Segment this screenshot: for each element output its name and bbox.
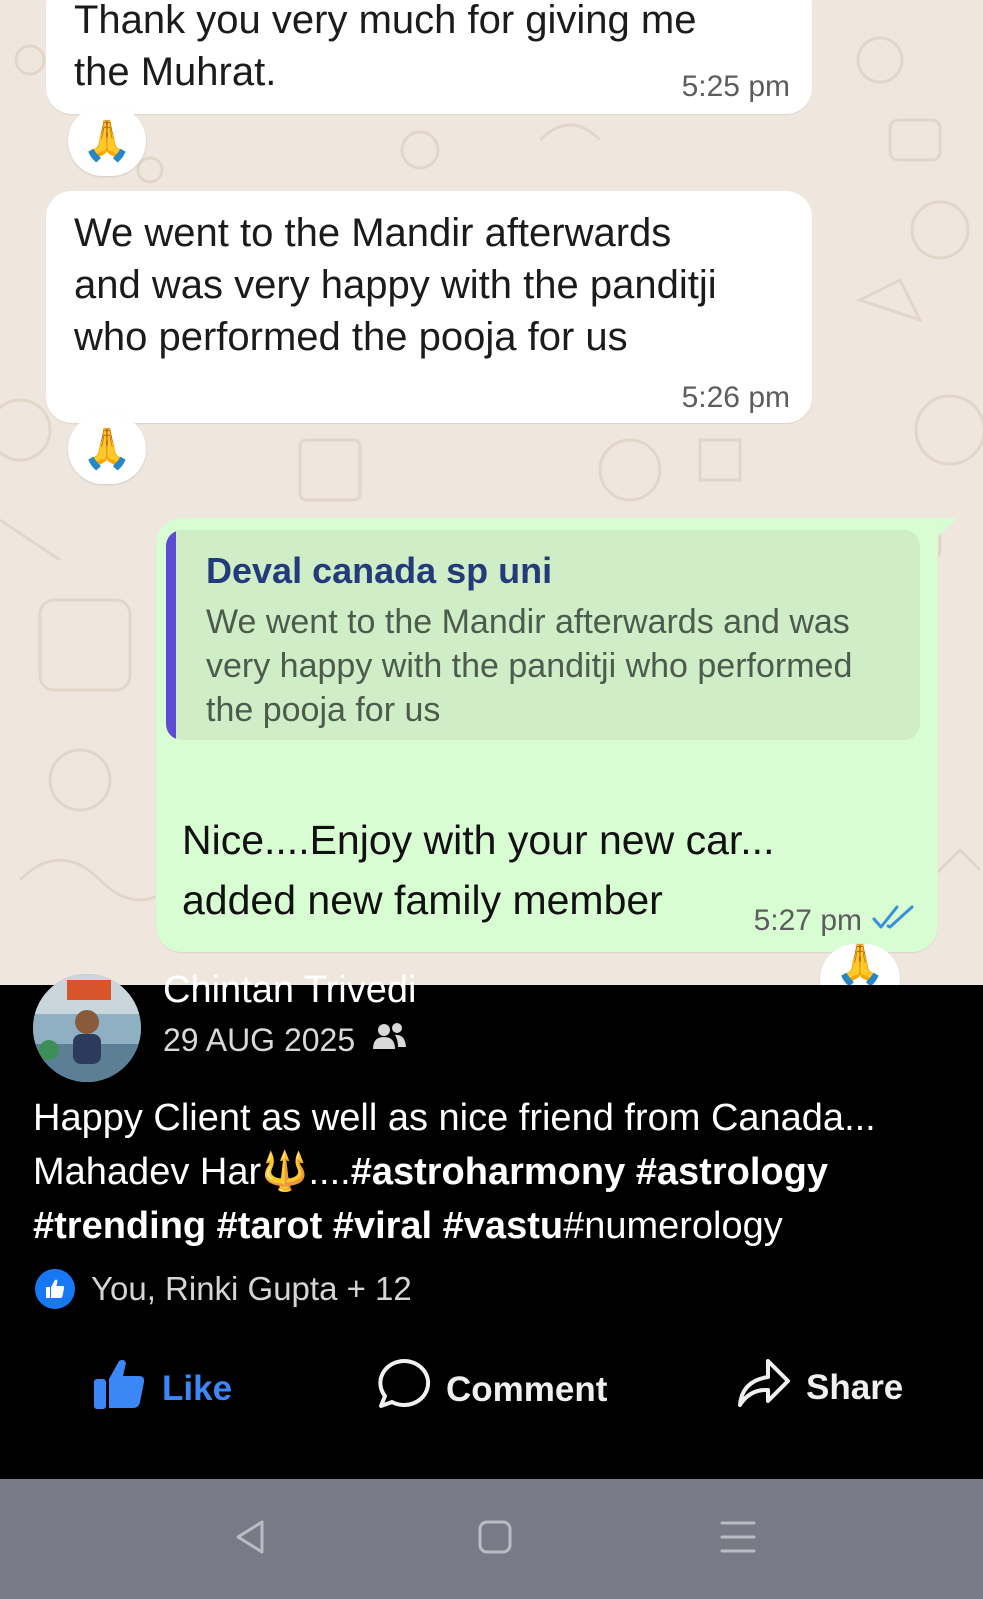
post-body: Happy Client as well as nice friend from… <box>33 1091 963 1253</box>
post-author[interactable]: Chintan Trivedi <box>163 969 416 1012</box>
double-check-read-icon <box>872 904 916 938</box>
trident-emoji: 🔱 <box>261 1151 309 1193</box>
like-label: Like <box>162 1368 233 1408</box>
hashtag-numerology[interactable]: #numerology <box>563 1205 783 1247</box>
bubble-tail <box>935 518 957 540</box>
comment-button[interactable]: Comment <box>376 1357 607 1422</box>
quoted-author: Deval canada sp uni <box>206 550 553 591</box>
quote-accent-bar <box>166 530 176 740</box>
post-text-line: Mahadev Har🔱....#astroharmony #astrology <box>33 1145 963 1199</box>
share-label: Share <box>806 1367 904 1407</box>
message-meta: 5:27 pm <box>754 904 916 938</box>
post-date: 29 AUG 2025 <box>163 1021 356 1058</box>
like-button[interactable]: Like <box>92 1357 232 1420</box>
reaction-badge[interactable]: 🙏 <box>68 106 146 176</box>
reaction-badge[interactable]: 🙏 <box>68 414 146 484</box>
share-arrow-icon <box>736 1357 792 1418</box>
home-button[interactable] <box>455 1479 535 1599</box>
reply-text-block: Nice....Enjoy with your new car... added… <box>182 750 774 985</box>
back-button[interactable] <box>212 1479 292 1599</box>
thumbs-up-icon <box>92 1357 148 1420</box>
post-text-fragment: Mahadev Har <box>33 1151 262 1193</box>
post-text-line: #trending #tarot #viral #vastu#numerolog… <box>33 1199 963 1253</box>
share-button[interactable]: Share <box>736 1357 903 1418</box>
friends-icon <box>371 1021 407 1059</box>
back-icon <box>232 1517 272 1562</box>
post-text-fragment: .... <box>308 1151 351 1193</box>
hashtags[interactable]: #trending #tarot #viral #vastu <box>33 1205 563 1247</box>
outgoing-message[interactable]: Deval canada sp uni We went to the Mandi… <box>156 518 938 952</box>
system-navigation-bar <box>0 1479 983 1599</box>
post-text-line: Happy Client as well as nice friend from… <box>33 1097 876 1139</box>
incoming-message[interactable]: We went to the Mandir afterwards and was… <box>46 191 812 423</box>
recents-icon <box>718 1517 758 1562</box>
comment-label: Comment <box>446 1369 608 1409</box>
message-text: We went to the Mandir afterwards and was… <box>74 211 717 359</box>
folded-hands-emoji: 🙏 <box>82 427 132 471</box>
comment-bubble-icon <box>376 1357 432 1422</box>
quoted-text: We went to the Mandir afterwards and was… <box>206 603 853 729</box>
quoted-message[interactable]: Deval canada sp uni We went to the Mandi… <box>166 530 920 740</box>
like-reaction-icon <box>33 1267 77 1311</box>
message-time: 5:25 pm <box>681 70 790 103</box>
incoming-message[interactable]: Thank you very much for giving me the Mu… <box>46 0 812 114</box>
message-text: Nice....Enjoy with your new car... added… <box>182 817 775 923</box>
hashtags[interactable]: #astroharmony #astrology <box>351 1151 828 1193</box>
facebook-post: Chintan Trivedi 29 AUG 2025 Happy Client… <box>0 969 983 1479</box>
message-text: Thank you very much for giving me the Mu… <box>74 0 697 94</box>
folded-hands-emoji: 🙏 <box>82 119 132 163</box>
post-meta: 29 AUG 2025 <box>163 1021 407 1059</box>
avatar[interactable] <box>33 974 141 1082</box>
chat-screenshot: Thank you very much for giving me the Mu… <box>0 0 983 985</box>
folded-hands-emoji: 🙏 <box>835 943 885 985</box>
post-actions: Like Comment Share <box>0 1357 983 1437</box>
message-time: 5:26 pm <box>681 381 790 414</box>
home-icon <box>475 1517 515 1562</box>
reactions-summary[interactable]: You, Rinki Gupta + 12 <box>33 1267 412 1311</box>
message-time: 5:27 pm <box>753 904 862 937</box>
reactions-text: You, Rinki Gupta + 12 <box>91 1270 412 1307</box>
recents-button[interactable] <box>698 1479 778 1599</box>
